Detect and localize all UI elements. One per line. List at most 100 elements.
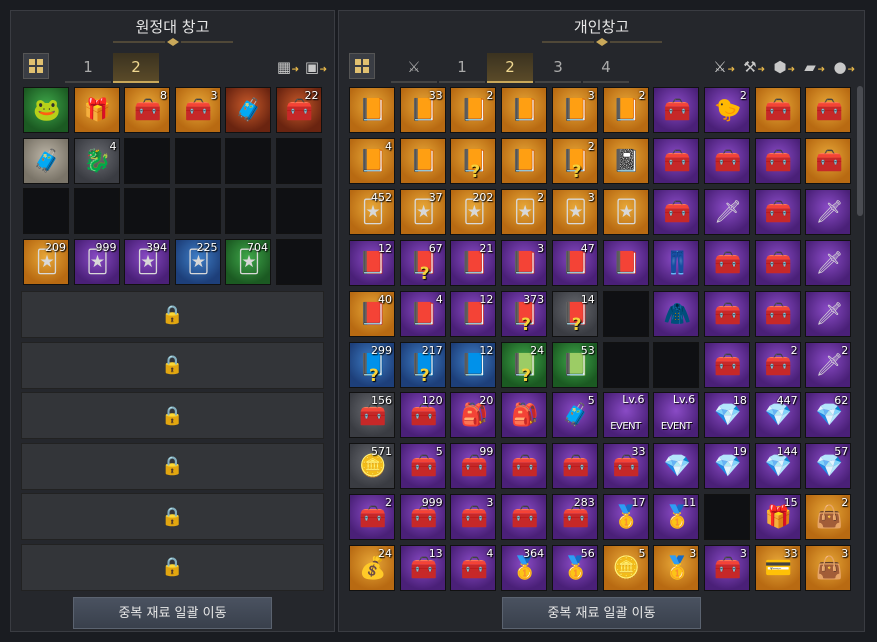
empty-slot[interactable] [174, 137, 221, 184]
empty-slot[interactable] [73, 188, 120, 234]
item-slot[interactable]: 📕 [602, 239, 649, 286]
item-slot[interactable]: 🧰 3 [703, 545, 750, 592]
tab-2[interactable]: 2 [113, 53, 159, 83]
item-slot[interactable]: 📗 53 [551, 341, 598, 388]
item-slot[interactable]: 🪙 5 [602, 545, 649, 592]
item-slot[interactable]: 📕 40 [349, 290, 395, 337]
item-slot[interactable]: 🧥 [653, 290, 700, 337]
item-slot[interactable]: 🐸 [23, 87, 69, 133]
item-slot[interactable]: 🃏 2 [501, 188, 548, 235]
item-slot[interactable]: 🧰 [703, 239, 750, 286]
item-slot[interactable]: 🧰 33 [602, 443, 649, 490]
item-slot[interactable]: 🧰 8 [124, 87, 170, 133]
item-slot[interactable]: 🧰 4 [450, 545, 497, 592]
item-slot[interactable]: 👖 [653, 239, 700, 286]
item-slot[interactable]: 🎁 [73, 87, 120, 133]
item-slot[interactable]: 📘 299? [349, 341, 395, 388]
empty-slot[interactable] [23, 188, 69, 234]
item-slot[interactable]: 🃏 452 [349, 188, 395, 235]
item-slot[interactable]: 🧰 156 [349, 392, 395, 439]
item-slot[interactable]: 🐤 2 [703, 87, 750, 133]
item-slot[interactable]: 🧰 [703, 290, 750, 337]
empty-slot[interactable] [124, 188, 170, 234]
item-slot[interactable]: 📕 3 [501, 239, 548, 286]
chat-icon[interactable]: ● ➜ [829, 57, 855, 77]
item-slot[interactable]: 🥇 364 [501, 545, 548, 592]
grid-view-button[interactable] [349, 53, 375, 79]
item-slot[interactable]: 💎 447 [754, 392, 801, 439]
item-slot[interactable]: 🃏 [602, 188, 649, 235]
item-slot[interactable]: 📕 21 [450, 239, 497, 286]
item-slot[interactable]: 🗡 [805, 188, 852, 235]
item-slot[interactable]: 💎 62 [805, 392, 852, 439]
item-slot[interactable]: 💰 24 [349, 545, 395, 592]
move-duplicate-materials-button[interactable]: 중복 재료 일괄 이동 [73, 597, 272, 629]
item-slot[interactable]: 🎒 [501, 392, 548, 439]
item-slot[interactable]: 🧰 [653, 137, 700, 184]
item-slot[interactable]: 🧰 120 [399, 392, 446, 439]
item-slot[interactable]: 🃏 225 [174, 238, 221, 285]
vault-sort-icon[interactable]: ▦ ➜ [273, 57, 299, 77]
item-slot[interactable]: 📙 2 [602, 87, 649, 133]
item-slot[interactable]: 🧰 3 [174, 87, 221, 133]
empty-slot[interactable] [124, 137, 170, 184]
item-slot[interactable]: Lv.6 EVENT [602, 392, 649, 439]
empty-slot[interactable] [275, 238, 322, 285]
item-slot[interactable]: 🧰 283 [551, 494, 598, 541]
empty-slot[interactable] [225, 188, 271, 234]
empty-slot[interactable] [602, 341, 649, 388]
tab-1[interactable]: 1 [439, 53, 485, 83]
item-slot[interactable]: 🧳 5 [551, 392, 598, 439]
item-slot[interactable]: 🧰 [754, 290, 801, 337]
gem-icon[interactable]: ⬢ ➜ [769, 57, 795, 77]
item-slot[interactable]: 📓 [602, 137, 649, 184]
item-slot[interactable]: 🗡 [805, 290, 852, 337]
tab-equipment[interactable]: ⚔ [391, 53, 437, 83]
item-slot[interactable]: 🧰 2 [754, 341, 801, 388]
item-slot[interactable]: 🧰 [805, 137, 852, 184]
item-slot[interactable]: 🧰 [501, 494, 548, 541]
move-duplicate-materials-button[interactable]: 중복 재료 일괄 이동 [502, 597, 701, 629]
item-slot[interactable]: 🧰 [551, 443, 598, 490]
item-slot[interactable]: 🥇 56 [551, 545, 598, 592]
item-slot[interactable]: 🧰 13 [399, 545, 446, 592]
empty-slot[interactable] [275, 188, 322, 234]
item-slot[interactable]: 📕 67? [399, 239, 446, 286]
item-slot[interactable]: 🧰 [754, 137, 801, 184]
item-slot[interactable]: 🧰 [754, 188, 801, 235]
crossed-swords-icon[interactable]: ⚔ ➜ [709, 57, 735, 77]
item-slot[interactable]: 🗡 [703, 188, 750, 235]
item-slot[interactable]: 💎 [653, 443, 700, 490]
item-slot[interactable]: 🎒 20 [450, 392, 497, 439]
chest-stack-icon[interactable]: ▣ ➜ [301, 57, 327, 77]
item-slot[interactable]: 📕 14? [551, 290, 598, 337]
item-slot[interactable]: 👜 2 [805, 494, 852, 541]
grid-view-button[interactable] [23, 53, 49, 79]
tab-4[interactable]: 4 [583, 53, 629, 83]
item-slot[interactable]: 🧰 22 [275, 87, 322, 133]
item-slot[interactable]: 🧰 99 [450, 443, 497, 490]
item-slot[interactable]: 📙 2? [551, 137, 598, 184]
item-slot[interactable]: 🧰 [805, 87, 852, 133]
empty-slot[interactable] [225, 137, 271, 184]
item-slot[interactable]: 🧰 [703, 341, 750, 388]
item-slot[interactable]: 💎 18 [703, 392, 750, 439]
empty-slot[interactable] [275, 137, 322, 184]
item-slot[interactable]: 🧰 [653, 87, 700, 133]
empty-slot[interactable] [703, 494, 750, 541]
item-slot[interactable]: 💳 33 [754, 545, 801, 592]
item-slot[interactable]: 🪙 571 [349, 443, 395, 490]
item-slot[interactable]: 🧰 [703, 137, 750, 184]
item-slot[interactable]: 🧳 [23, 137, 69, 184]
item-slot[interactable]: 📙 33 [399, 87, 446, 133]
item-slot[interactable]: 📕 47 [551, 239, 598, 286]
item-slot[interactable]: 🥇 11 [653, 494, 700, 541]
item-slot[interactable]: 🃏 999 [73, 238, 120, 285]
item-slot[interactable]: 🃏 202 [450, 188, 497, 235]
item-slot[interactable]: 📕 373? [501, 290, 548, 337]
item-slot[interactable]: 📙 4 [349, 137, 395, 184]
item-slot[interactable]: 📕 4 [399, 290, 446, 337]
item-slot[interactable]: 📙 [501, 87, 548, 133]
item-slot[interactable]: 🎁 15 [754, 494, 801, 541]
item-slot[interactable]: 📙 [501, 137, 548, 184]
